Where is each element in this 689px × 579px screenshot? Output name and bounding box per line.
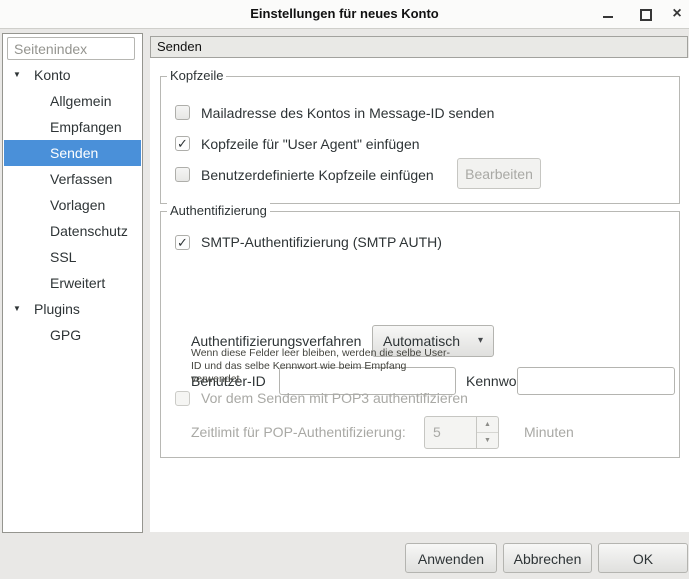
- sidebar-item-datenschutz[interactable]: Datenschutz: [4, 218, 141, 244]
- sidebar-item-label: Verfassen: [50, 171, 112, 187]
- sidebar-item-konto[interactable]: ▼Konto: [4, 62, 141, 88]
- pop-timeout-unit-label: Minuten: [524, 424, 574, 440]
- sidebar-item-senden[interactable]: Senden: [4, 140, 141, 166]
- edit-button: Bearbeiten: [457, 158, 541, 189]
- pop-timeout-value: 5: [433, 417, 441, 448]
- sidebar-item-allgemein[interactable]: Allgemein: [4, 88, 141, 114]
- content-panel: Kopfzeile Mailadresse des Kontos in Mess…: [150, 58, 689, 532]
- custom-header-checkbox-label: Benutzerdefinierte Kopfzeile einfügen: [201, 167, 434, 183]
- ok-button[interactable]: OK: [598, 543, 688, 573]
- titlebar: Einstellungen für neues Konto ×: [0, 0, 689, 29]
- pop3-auth-checkbox-label: Vor dem Senden mit POP3 authentifizieren: [201, 390, 468, 406]
- sidebar-item-label: Plugins: [34, 301, 80, 317]
- sidebar-item-verfassen[interactable]: Verfassen: [4, 166, 141, 192]
- sidebar: ▼KontoAllgemeinEmpfangenSendenVerfassenV…: [2, 33, 143, 533]
- sidebar-item-gpg[interactable]: GPG: [4, 322, 141, 348]
- sidebar-item-vorlagen[interactable]: Vorlagen: [4, 192, 141, 218]
- minimize-icon[interactable]: [599, 0, 617, 28]
- sidebar-item-label: Datenschutz: [50, 223, 128, 239]
- account-preferences-dialog: Einstellungen für neues Konto × ▼KontoAl…: [0, 0, 689, 579]
- window-title: Einstellungen für neues Konto: [0, 0, 689, 28]
- chevron-down-icon: ▾: [478, 326, 483, 356]
- custom-header-checkbox[interactable]: [175, 167, 190, 182]
- sidebar-item-label: Vorlagen: [50, 197, 105, 213]
- sidebar-item-label: Empfangen: [50, 119, 122, 135]
- smtp-auth-checkbox-label: SMTP-Authentifizierung (SMTP AUTH): [201, 234, 442, 250]
- messageid-checkbox-label: Mailadresse des Kontos in Message-ID sen…: [201, 105, 494, 121]
- auth-group: Authentifizierung ✓ SMTP-Authentifizieru…: [160, 211, 680, 458]
- sidebar-tree: ▼KontoAllgemeinEmpfangenSendenVerfassenV…: [4, 62, 141, 348]
- maximize-icon[interactable]: [636, 0, 654, 28]
- sidebar-item-label: GPG: [50, 327, 81, 343]
- pop-timeout-spinner: 5 ▲ ▼: [424, 416, 499, 449]
- sidebar-item-ssl[interactable]: SSL: [4, 244, 141, 270]
- useragent-checkbox[interactable]: ✓: [175, 136, 190, 151]
- expander-triangle-icon[interactable]: ▼: [13, 62, 34, 88]
- cancel-button[interactable]: Abbrechen: [503, 543, 592, 573]
- pop-timeout-label: Zeitlimit für POP-Authentifizierung:: [191, 424, 406, 440]
- password-field[interactable]: [517, 367, 675, 395]
- apply-button[interactable]: Anwenden: [405, 543, 497, 573]
- expander-triangle-icon[interactable]: ▼: [13, 296, 34, 322]
- spin-down-icon: ▼: [477, 432, 498, 448]
- page-title: Senden: [150, 36, 688, 58]
- sidebar-item-label: Allgemein: [50, 93, 111, 109]
- sidebar-item-plugins[interactable]: ▼Plugins: [4, 296, 141, 322]
- sidebar-item-label: Erweitert: [50, 275, 105, 291]
- auth-hint-text: Wenn diese Felder leer bleiben, werden d…: [191, 347, 450, 386]
- messageid-checkbox[interactable]: [175, 105, 190, 120]
- header-group-legend: Kopfzeile: [167, 68, 226, 83]
- sidebar-item-erweitert[interactable]: Erweitert: [4, 270, 141, 296]
- auth-group-legend: Authentifizierung: [167, 203, 270, 218]
- pop3-auth-checkbox: [175, 391, 190, 406]
- sidebar-item-empfangen[interactable]: Empfangen: [4, 114, 141, 140]
- smtp-auth-checkbox[interactable]: ✓: [175, 235, 190, 250]
- page-index-input[interactable]: [7, 37, 135, 60]
- sidebar-item-label: Konto: [34, 67, 71, 83]
- spin-up-icon: ▲: [477, 417, 498, 432]
- sidebar-item-label: SSL: [50, 249, 76, 265]
- useragent-checkbox-label: Kopfzeile für "User Agent" einfügen: [201, 136, 420, 152]
- close-icon[interactable]: ×: [668, 0, 686, 28]
- header-group: Kopfzeile Mailadresse des Kontos in Mess…: [160, 76, 680, 204]
- sidebar-item-label: Senden: [50, 145, 98, 161]
